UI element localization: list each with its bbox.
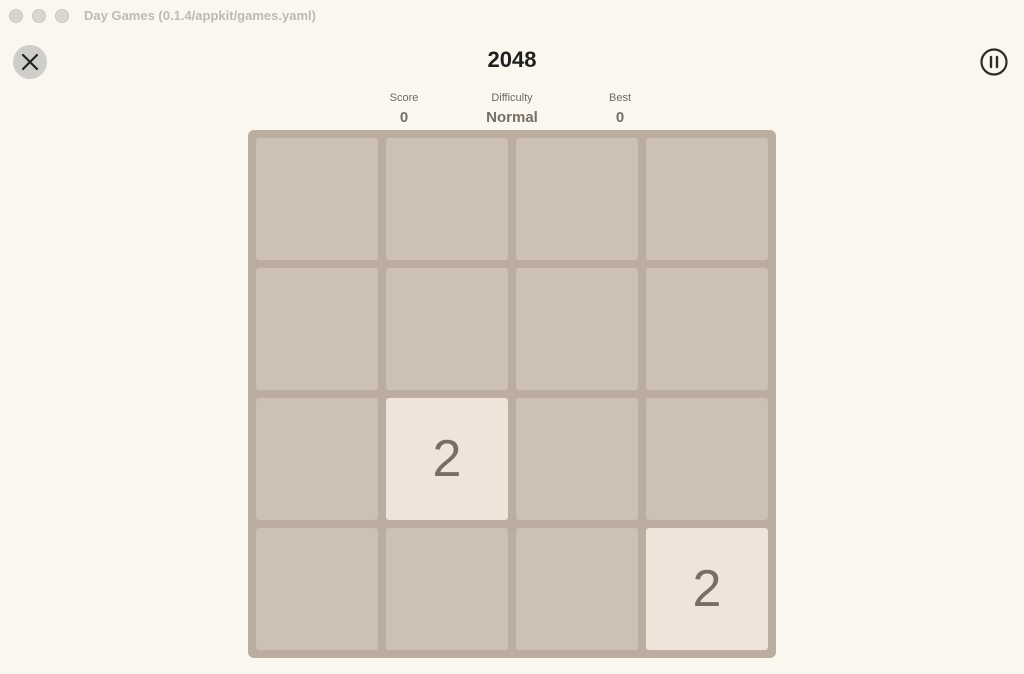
difficulty-label: Difficulty xyxy=(491,92,533,104)
empty-cell xyxy=(386,528,508,650)
empty-cell xyxy=(386,268,508,390)
best-stat: Best 0 xyxy=(560,92,680,127)
empty-cell xyxy=(646,268,768,390)
empty-cell xyxy=(256,398,378,520)
tile: 2 xyxy=(646,528,768,650)
empty-cell xyxy=(516,398,638,520)
difficulty-stat: Difficulty Normal xyxy=(452,92,572,127)
window-close-dot[interactable] xyxy=(9,9,23,23)
window-title: Day Games (0.1.4/appkit/games.yaml) xyxy=(84,8,316,23)
window-minimize-dot[interactable] xyxy=(32,9,46,23)
empty-cell xyxy=(516,268,638,390)
window-zoom-dot[interactable] xyxy=(55,9,69,23)
difficulty-value: Normal xyxy=(486,109,538,126)
empty-cell xyxy=(516,528,638,650)
pause-button[interactable] xyxy=(979,47,1009,77)
score-value: 0 xyxy=(399,109,409,126)
tile: 2 xyxy=(386,398,508,520)
empty-cell xyxy=(256,268,378,390)
pause-circle-icon xyxy=(980,48,1008,76)
empty-cell xyxy=(516,138,638,260)
title-bar: Day Games (0.1.4/appkit/games.yaml) xyxy=(0,0,1024,32)
best-label: Best xyxy=(608,92,631,104)
score-stat: Score 0 xyxy=(344,92,464,127)
score-label: Score xyxy=(389,92,419,104)
empty-cell xyxy=(256,528,378,650)
best-value: 0 xyxy=(615,109,625,126)
empty-cell xyxy=(646,138,768,260)
empty-cell xyxy=(386,138,508,260)
empty-cell xyxy=(256,138,378,260)
game-board[interactable]: 22 xyxy=(248,130,776,658)
game-title: 2048 xyxy=(487,47,537,72)
empty-cell xyxy=(646,398,768,520)
app-window: Day Games (0.1.4/appkit/games.yaml) 2048… xyxy=(0,0,1024,674)
